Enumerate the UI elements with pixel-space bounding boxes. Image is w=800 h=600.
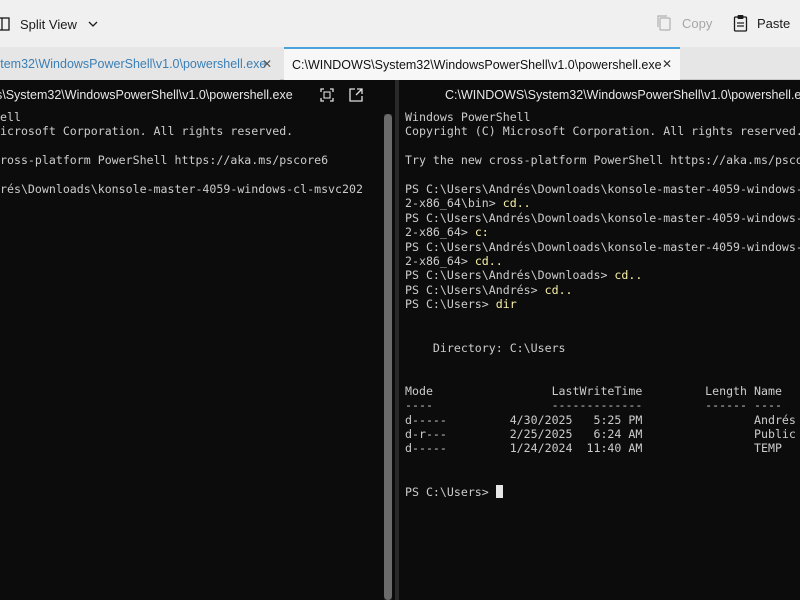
terminal-command: cd.. <box>614 268 643 283</box>
terminal-text: d----- 1/24/2024 11:40 AM TEMP <box>405 441 782 456</box>
terminal-text: 2-x86_64> <box>405 254 475 269</box>
pane-title: C:\WINDOWS\System32\WindowsPowerShell\v1… <box>445 80 800 110</box>
terminal-line <box>405 470 800 484</box>
terminal-text: ---- ------------- ------ ---- <box>405 398 782 413</box>
tab-powershell-1[interactable]: stem32\WindowsPowerShell\v1.0\powershell… <box>0 47 280 80</box>
terminal-text: d----- 4/30/2025 5:25 PM Andrés <box>405 412 796 427</box>
terminal-line: Mode LastWriteTime Length Name <box>405 384 800 398</box>
pane-title-text: s\System32\WindowsPowerShell\v1.0\powers… <box>0 88 293 102</box>
close-icon[interactable]: ✕ <box>262 57 272 71</box>
terminal-line: Windows PowerShell <box>405 110 800 124</box>
terminal-line: rés\Downloads\konsole-master-4059-window… <box>0 182 363 197</box>
terminal-line: 2-x86_64> c: <box>405 225 800 239</box>
terminal-line: ell <box>0 110 21 124</box>
terminal-line: 2-x86_64\bin> cd.. <box>405 196 800 210</box>
close-icon[interactable]: ✕ <box>662 57 672 71</box>
terminal-line: d----- 4/30/2025 5:25 PM Andrés <box>405 413 800 427</box>
paste-icon <box>733 15 748 32</box>
terminal-line <box>405 139 800 153</box>
terminal-output: ell icrosoft Corporation. All rights rese… <box>0 110 363 196</box>
terminal-line: PS C:\Users\Andrés\Downloads\konsole-mas… <box>405 240 800 254</box>
terminal-line: PS C:\Users> dir <box>405 297 800 311</box>
terminal-command: dir <box>495 297 517 312</box>
terminal-line <box>405 168 800 182</box>
terminal-line: Copyright (C) Microsoft Corporation. All… <box>405 124 800 138</box>
chevron-down-icon <box>88 21 98 27</box>
terminal-line: icrosoft Corporation. All rights reserve… <box>0 124 294 139</box>
terminal-output: Windows PowerShell Copyright (C) Microsof… <box>405 110 800 499</box>
terminal-line: Directory: C:\Users <box>405 341 800 355</box>
terminal-line: 2-x86_64> cd.. <box>405 254 800 268</box>
terminal-line <box>405 326 800 340</box>
terminal-line <box>405 312 800 326</box>
copy-button[interactable]: Copy <box>656 14 712 32</box>
terminal-line: PS C:\Users\Andrés\Downloads\konsole-mas… <box>405 182 800 196</box>
copy-icon <box>657 15 671 31</box>
terminal-text: Mode LastWriteTime Length Name <box>405 383 782 398</box>
terminal-line: ross-platform PowerShell https://aka.ms/… <box>0 153 329 168</box>
terminal-text: 2-x86_64> <box>405 225 475 240</box>
terminal-line: ---- ------------- ------ ---- <box>405 398 800 412</box>
terminal-text: PS C:\Users\Andrés\Downloads\konsole-mas… <box>405 239 800 254</box>
terminal-line: d----- 1/24/2024 11:40 AM TEMP <box>405 441 800 455</box>
terminal-text: d-r--- 2/25/2025 6:24 AM Public <box>405 426 796 441</box>
terminal-text: PS C:\Users\Andrés> <box>405 282 545 297</box>
terminal-text: 2-x86_64\bin> <box>405 196 503 211</box>
terminal-line: PS C:\Users\Andrés> cd.. <box>405 283 800 297</box>
scrollbar[interactable] <box>384 114 392 600</box>
terminal-line: d-r--- 2/25/2025 6:24 AM Public <box>405 427 800 441</box>
split-view-icon <box>0 17 10 31</box>
terminal-line: PS C:\Users\Andrés\Downloads> cd.. <box>405 268 800 282</box>
paste-label: Paste <box>757 15 791 31</box>
terminal-line: PS C:\Users\Andrés\Downloads\konsole-mas… <box>405 211 800 225</box>
terminal-text: PS C:\Users\Andrés\Downloads> <box>405 268 615 283</box>
terminal-text: Try the new cross-platform PowerShell ht… <box>405 153 800 168</box>
terminal-text: PS C:\Users\Andrés\Downloads\konsole-mas… <box>405 182 800 197</box>
terminal-pane-right[interactable]: C:\WINDOWS\System32\WindowsPowerShell\v1… <box>399 80 800 600</box>
terminal-text: PS C:\Users> <box>405 297 496 312</box>
copy-label: Copy <box>682 15 713 31</box>
pane-title-text: C:\WINDOWS\System32\WindowsPowerShell\v1… <box>445 88 800 102</box>
terminal-text: Directory: C:\Users <box>405 340 566 355</box>
tab-powershell-2[interactable]: C:\WINDOWS\System32\WindowsPowerShell\v1… <box>284 47 680 80</box>
terminal-pane-left[interactable]: s\System32\WindowsPowerShell\v1.0\powers… <box>0 80 395 600</box>
tab-label: C:\WINDOWS\System32\WindowsPowerShell\v1… <box>292 57 662 72</box>
tab-strip: stem32\WindowsPowerShell\v1.0\powershell… <box>0 47 800 80</box>
terminal-command: cd.. <box>544 282 573 297</box>
split-view-label: Split View <box>20 16 77 32</box>
toolbar: Split View Copy Paste <box>0 0 800 47</box>
terminal-text: PS C:\Users\Andrés\Downloads\konsole-mas… <box>405 210 800 225</box>
terminal-command: cd.. <box>502 196 531 211</box>
detach-pane-icon[interactable] <box>349 88 363 102</box>
terminal-text: Windows PowerShell <box>405 110 531 124</box>
terminal-command: c: <box>474 225 489 240</box>
terminal-line <box>405 369 800 383</box>
tab-label: stem32\WindowsPowerShell\v1.0\powershell… <box>0 56 267 71</box>
terminal-text: Copyright (C) Microsoft Corporation. All… <box>405 124 800 139</box>
terminal-line <box>405 355 800 369</box>
terminal-line: PS C:\Users> <box>405 484 800 499</box>
maximize-pane-icon[interactable] <box>320 88 334 102</box>
paste-button[interactable]: Paste <box>733 14 790 32</box>
terminal-line: Try the new cross-platform PowerShell ht… <box>405 153 800 167</box>
split-view-button[interactable]: Split View <box>0 13 109 35</box>
scrollbar-thumb[interactable] <box>384 114 392 600</box>
terminal-cursor <box>495 484 503 498</box>
pane-title: s\System32\WindowsPowerShell\v1.0\powers… <box>0 80 395 110</box>
terminal-text: PS C:\Users> <box>405 484 496 499</box>
terminal-line <box>405 456 800 470</box>
terminal-command: cd.. <box>474 254 503 269</box>
